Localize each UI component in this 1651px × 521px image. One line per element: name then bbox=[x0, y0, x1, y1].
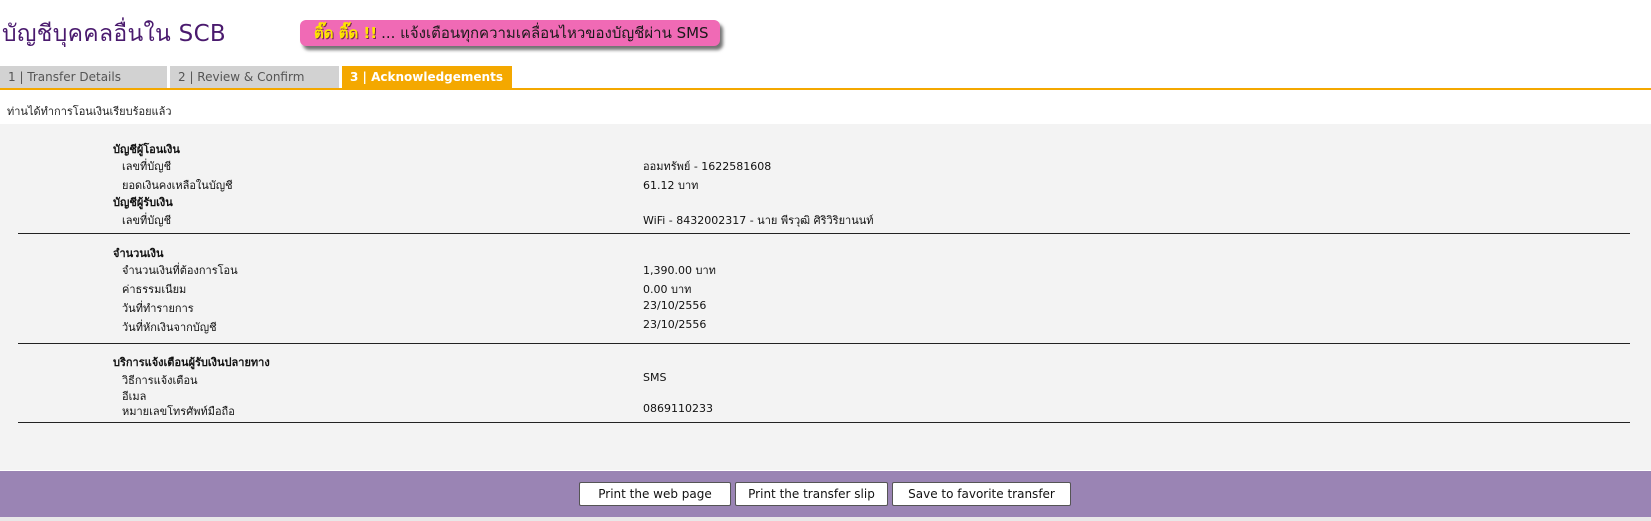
section-divider bbox=[18, 343, 1630, 344]
print-web-page-button[interactable]: Print the web page bbox=[579, 482, 731, 506]
notify-heading: บริการแจ้งเตือนผู้รับเงินปลายทาง bbox=[113, 356, 270, 369]
sms-banner-text: ... แจ้งเตือนทุกความเคลื่อนไหวของบัญชีผ่… bbox=[381, 24, 709, 42]
from-balance-value: 61.12 บาท bbox=[643, 179, 699, 192]
tab-review-confirm[interactable]: 2 | Review & Confirm bbox=[170, 66, 339, 88]
fee-value: 0.00 บาท bbox=[643, 283, 692, 296]
from-account-number-value: ออมทรัพย์ - 1622581608 bbox=[643, 160, 772, 173]
transfer-amount-label: จำนวนเงินที่ต้องการโอน bbox=[122, 264, 238, 277]
to-account-number-label: เลขที่บัญชี bbox=[122, 214, 172, 227]
transfer-summary-panel: บัญชีผู้โอนเงิน เลขที่บัญชี ออมทรัพย์ - … bbox=[0, 124, 1651, 470]
from-balance-label: ยอดเงินคงเหลือในบัญชี bbox=[122, 179, 233, 192]
debit-date-value: 23/10/2556 bbox=[643, 318, 707, 331]
to-account-heading: บัญชีผู้รับเงิน bbox=[113, 196, 173, 209]
from-account-number-label: เลขที่บัญชี bbox=[122, 160, 172, 173]
mobile-number-label: หมายเลขโทรศัพท์มือถือ bbox=[122, 405, 235, 418]
section-divider bbox=[18, 422, 1630, 423]
from-account-heading: บัญชีผู้โอนเงิน bbox=[113, 143, 180, 156]
notify-method-value: SMS bbox=[643, 371, 667, 384]
save-favorite-transfer-button[interactable]: Save to favorite transfer bbox=[892, 482, 1071, 506]
transaction-date-label: วันที่ทำรายการ bbox=[122, 302, 194, 315]
transfer-amount-value: 1,390.00 บาท bbox=[643, 264, 716, 277]
mobile-number-value: 0869110233 bbox=[643, 402, 713, 415]
amount-heading: จำนวนเงิน bbox=[113, 247, 164, 260]
page-title: บัญชีบุคคลอื่นใน SCB bbox=[2, 21, 227, 47]
debit-date-label: วันที่หักเงินจากบัญชี bbox=[122, 321, 217, 334]
action-bar: Print the web page Print the transfer sl… bbox=[0, 471, 1651, 517]
fee-label: ค่าธรรมเนียม bbox=[122, 283, 187, 296]
transaction-date-value: 23/10/2556 bbox=[643, 299, 707, 312]
tab-transfer-details[interactable]: 1 | Transfer Details bbox=[0, 66, 167, 88]
tab-underline bbox=[0, 88, 1651, 90]
footer-strip bbox=[0, 517, 1651, 521]
sms-alert-banner[interactable]: ติ๊ด ติ๊ด !! ... แจ้งเตือนทุกความเคลื่อน… bbox=[300, 20, 720, 46]
to-account-number-value: WiFi - 8432002317 - นาย พีรวุฒิ ศิริวิริ… bbox=[643, 214, 874, 227]
section-divider bbox=[18, 233, 1630, 234]
tab-acknowledgements[interactable]: 3 | Acknowledgements bbox=[342, 66, 512, 88]
sms-banner-highlight: ติ๊ด ติ๊ด !! bbox=[314, 24, 378, 42]
print-transfer-slip-button[interactable]: Print the transfer slip bbox=[735, 482, 888, 506]
success-message: ท่านได้ทำการโอนเงินเรียบร้อยแล้ว bbox=[7, 105, 172, 118]
step-tabs: 1 | Transfer Details 2 | Review & Confir… bbox=[0, 66, 1651, 90]
